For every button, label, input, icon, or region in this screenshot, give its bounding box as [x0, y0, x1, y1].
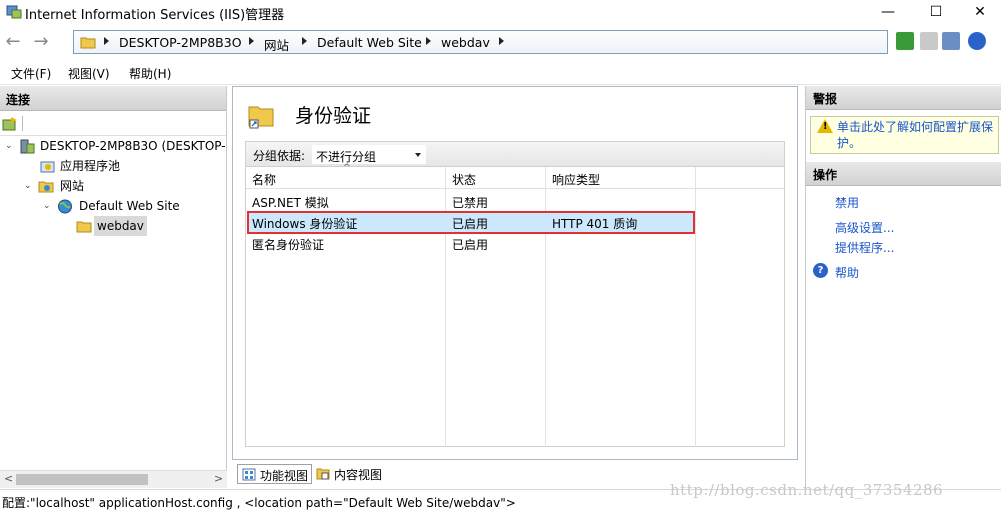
app-pool-icon: [40, 161, 55, 173]
alerts-header: 警报: [806, 86, 1001, 110]
forward-button[interactable]: →: [30, 32, 52, 54]
server-icon: [20, 139, 35, 154]
sort-indicator-icon: ^: [343, 163, 351, 173]
sites-folder-icon: [38, 181, 54, 193]
breadcrumb-separator: [249, 37, 254, 45]
menu-file[interactable]: 文件(F): [11, 65, 51, 82]
scroll-left-icon[interactable]: <: [4, 472, 13, 485]
chevron-down-icon: [415, 153, 421, 157]
toolbar-divider: [22, 116, 23, 131]
window-title: Internet Information Services (IIS)管理器: [25, 8, 285, 23]
content-view-icon: [316, 468, 330, 480]
features-view-icon: [242, 468, 256, 481]
column-header-response-type[interactable]: 响应类型: [552, 171, 600, 188]
collapse-icon[interactable]: ⌄: [5, 136, 15, 156]
menu-view[interactable]: 视图(V): [68, 65, 110, 82]
scrollbar-thumb[interactable]: [16, 474, 148, 485]
close-button[interactable]: ✕: [957, 0, 1001, 26]
globe-icon: [58, 199, 72, 214]
address-bar[interactable]: DESKTOP-2MP8B3O 网站 Default Web Site webd…: [73, 30, 888, 54]
group-by-bar: 分组依据: 不进行分组: [245, 141, 785, 167]
alert-link[interactable]: 单击此处了解如何配置扩展保护。: [837, 119, 997, 151]
tab-content-view[interactable]: 内容视图: [312, 464, 385, 484]
table-row[interactable]: 匿名身份验证 已启用: [246, 233, 784, 254]
actions-pane: 警报 ! 单击此处了解如何配置扩展保护。 操作 禁用 高级设置... 提供程序.…: [805, 86, 1001, 488]
iis-app-icon: [6, 5, 22, 19]
help-link[interactable]: 帮助: [835, 264, 859, 281]
table-header: ^ 名称 状态 响应类型: [246, 163, 784, 189]
column-header-name[interactable]: 名称: [252, 171, 276, 188]
breadcrumb-default-web-site[interactable]: Default Web Site: [317, 35, 422, 50]
add-connection-icon[interactable]: [2, 116, 18, 131]
address-row: ← → DESKTOP-2MP8B3O 网站 Default Web Site …: [0, 26, 1001, 60]
authentication-table: ^ 名称 状态 响应类型 ASP.NET 模拟 已禁用 Windows 身份验证…: [245, 163, 785, 447]
collapse-icon[interactable]: ⌄: [24, 176, 34, 196]
menu-help[interactable]: 帮助(H): [129, 65, 171, 82]
providers-link[interactable]: 提供程序...: [835, 239, 894, 256]
home-icon[interactable]: [942, 32, 960, 50]
back-button[interactable]: ←: [2, 32, 24, 54]
watermark: http://blog.csdn.net/qq_37354286: [670, 481, 944, 499]
minimize-button[interactable]: —: [865, 0, 911, 26]
breadcrumb-separator: [302, 37, 307, 45]
stop-icon[interactable]: [920, 32, 938, 50]
title-bar: Internet Information Services (IIS)管理器 —…: [0, 0, 1001, 26]
group-by-label: 分组依据:: [253, 149, 306, 163]
alert-extended-protection[interactable]: ! 单击此处了解如何配置扩展保护。: [810, 116, 999, 154]
maximize-button[interactable]: ☐: [913, 0, 959, 26]
help-icon: ?: [813, 263, 828, 278]
group-by-select[interactable]: 不进行分组: [312, 145, 426, 164]
horizontal-scrollbar[interactable]: < >: [0, 470, 227, 488]
connections-toolbar: [0, 112, 226, 136]
breadcrumb-separator: [104, 37, 109, 45]
table-row-selected[interactable]: Windows 身份验证 已启用 HTTP 401 质询: [247, 211, 695, 234]
advanced-settings-link[interactable]: 高级设置...: [835, 219, 894, 236]
breadcrumb-separator: [426, 37, 431, 45]
status-text: 配置:"localhost" applicationHost.config , …: [2, 496, 516, 510]
page-title: 身份验证: [295, 105, 372, 127]
disable-link[interactable]: 禁用: [835, 194, 859, 211]
collapse-icon[interactable]: ⌄: [43, 196, 53, 216]
tab-features-view[interactable]: 功能视图: [237, 464, 313, 484]
authentication-icon: [248, 106, 274, 129]
actions-header: 操作: [806, 162, 1001, 186]
folder-icon: [76, 221, 92, 233]
scroll-right-icon[interactable]: >: [214, 472, 223, 485]
breadcrumb-server[interactable]: DESKTOP-2MP8B3O: [119, 35, 242, 50]
help-dropdown-icon[interactable]: [968, 32, 986, 50]
column-header-status[interactable]: 状态: [452, 171, 476, 188]
breadcrumb-separator: [499, 37, 504, 45]
connections-header: 连接: [0, 86, 226, 111]
folder-icon: [80, 37, 96, 49]
feature-pane: 身份验证 分组依据: 不进行分组 ^ 名称 状态 响应类型 ASP.NET 模拟…: [232, 86, 798, 460]
breadcrumb-webdav[interactable]: webdav: [441, 35, 490, 50]
menu-bar: 文件(F) 视图(V) 帮助(H): [0, 60, 1001, 85]
connections-pane: 连接 ⌄ DESKTOP-2MP8B3O (DESKTOP- 应用程序池 ⌄ 网…: [0, 86, 227, 488]
refresh-icon[interactable]: [896, 32, 914, 50]
breadcrumb-sites[interactable]: 网站: [264, 35, 289, 54]
table-row[interactable]: ASP.NET 模拟 已禁用: [246, 191, 784, 212]
